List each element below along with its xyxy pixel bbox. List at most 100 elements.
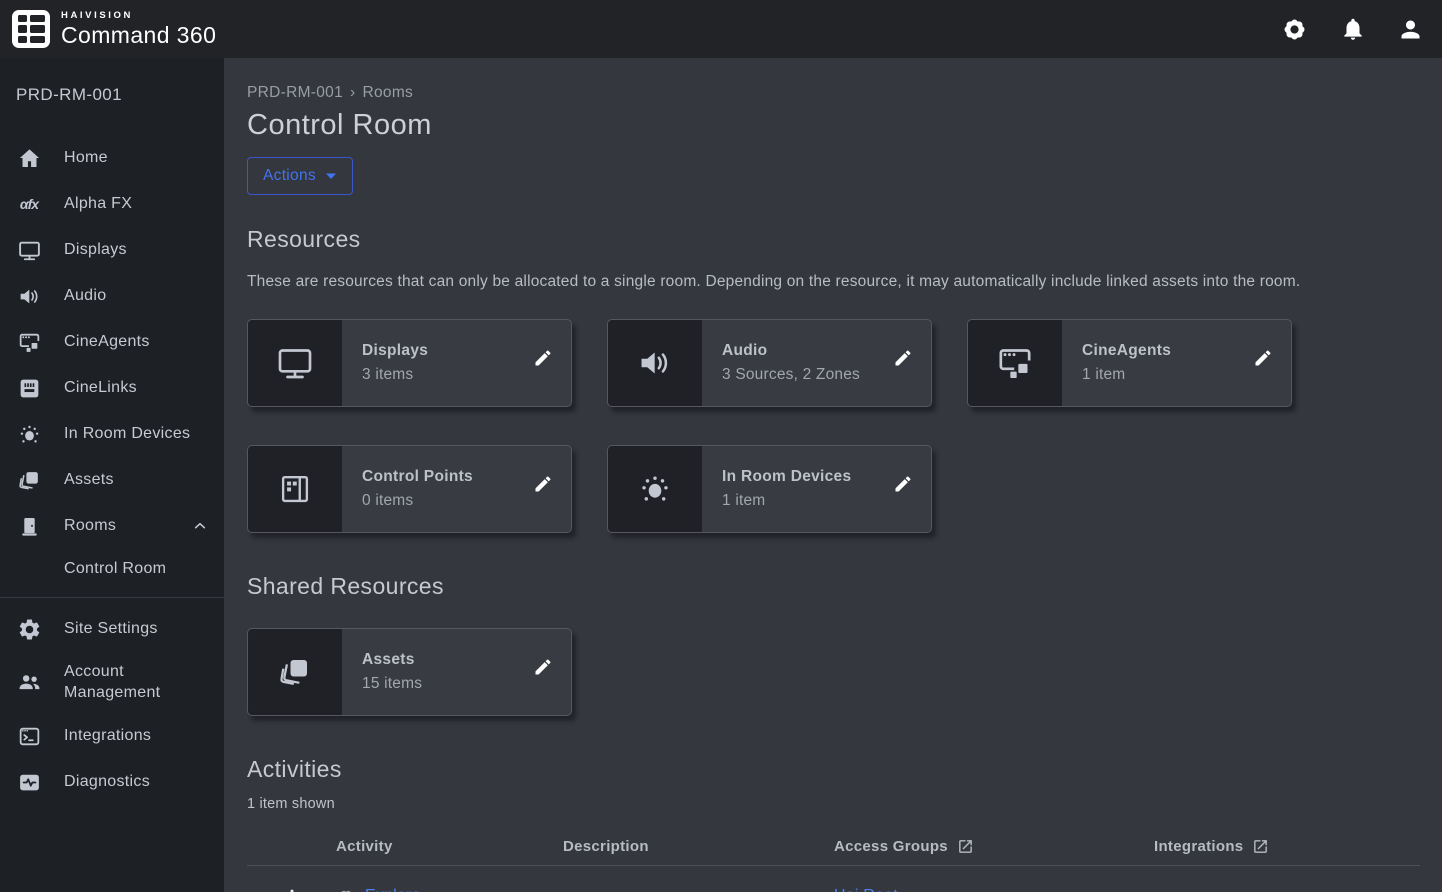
display-icon (248, 320, 342, 406)
kebab-menu-icon[interactable] (279, 881, 305, 892)
sidebar-site-name: PRD-RM-001 (0, 58, 224, 121)
settings-gear-icon[interactable] (1280, 15, 1309, 44)
cineagents-icon (16, 330, 42, 355)
card-subtitle: 3 Sources, 2 Zones (722, 366, 887, 384)
sidebar-item-cineagents[interactable]: CineAgents (0, 319, 224, 365)
sidebar-item-label: Audio (64, 286, 106, 307)
sidebar-item-audio[interactable]: Audio (0, 273, 224, 319)
account-person-icon[interactable] (1397, 16, 1424, 43)
display-icon (16, 238, 42, 263)
control-points-icon (248, 446, 342, 532)
external-link-icon[interactable] (957, 838, 974, 855)
resources-cards-grid: Displays 3 items Audio 3 Sources, 2 Zone… (247, 319, 1420, 533)
sidebar-item-integrations[interactable]: Integrations (0, 714, 224, 760)
pencil-icon (533, 657, 553, 677)
card-subtitle: 3 items (362, 366, 527, 384)
cineagents-icon (968, 320, 1062, 406)
topbar-actions (1280, 15, 1424, 44)
brand-name-small: HAIVISION (61, 11, 216, 21)
sidebar-item-diagnostics[interactable]: Diagnostics (0, 760, 224, 806)
shared-resources-heading: Shared Resources (247, 573, 1420, 600)
pulse-icon (16, 770, 42, 795)
edit-cineagents-button[interactable] (1249, 344, 1277, 372)
sidebar-item-displays[interactable]: Displays (0, 227, 224, 273)
row-integrations-cell: - (1154, 887, 1420, 892)
assets-icon (16, 468, 42, 493)
breadcrumb-parent[interactable]: PRD-RM-001 (247, 84, 343, 102)
app-root: HAIVISION Command 360 PRD-RM-001 (0, 0, 1442, 892)
sidebar-item-label: CineAgents (64, 332, 150, 353)
notifications-bell-icon[interactable] (1340, 16, 1366, 42)
sidebar-item-label: In Room Devices (64, 424, 190, 445)
sidebar-item-alpha-fx[interactable]: αfx Alpha FX (0, 181, 224, 227)
activity-explore-link[interactable]: Explore (365, 887, 421, 892)
sidebar-item-control-room[interactable]: Control Room (0, 549, 224, 589)
actions-button[interactable]: Actions (247, 157, 353, 195)
card-subtitle: 0 items (362, 492, 527, 510)
brand-name-large: Command 360 (61, 24, 216, 47)
sidebar-item-rooms[interactable]: Rooms (0, 503, 224, 549)
pencil-icon (893, 348, 913, 368)
resources-heading: Resources (247, 226, 1420, 253)
sidebar-item-cinelinks[interactable]: CineLinks (0, 365, 224, 411)
assets-icon (248, 629, 342, 715)
card-title: Control Points (362, 468, 527, 486)
sidebar-item-label: Alpha FX (64, 194, 132, 215)
sidebar-item-site-settings[interactable]: Site Settings (0, 606, 224, 652)
resource-card-audio[interactable]: Audio 3 Sources, 2 Zones (607, 319, 932, 407)
alpha-fx-icon: αfx (16, 196, 42, 212)
card-title: Assets (362, 651, 527, 669)
resource-card-cineagents[interactable]: CineAgents 1 item (967, 319, 1292, 407)
terminal-window-icon (16, 724, 42, 749)
sidebar-item-in-room-devices[interactable]: In Room Devices (0, 411, 224, 457)
audio-icon (608, 320, 702, 406)
resource-card-in-room-devices[interactable]: In Room Devices 1 item (607, 445, 932, 533)
edit-assets-button[interactable] (529, 653, 557, 681)
sidebar-item-label: Home (64, 148, 108, 169)
header-access-groups-label: Access Groups (834, 838, 948, 855)
header-integrations: Integrations (1154, 838, 1420, 855)
app-shell: PRD-RM-001 Home αfx Alpha FX Displa (0, 58, 1442, 892)
sidebar-divider (0, 597, 224, 598)
access-group-link[interactable]: Hai Root (834, 887, 898, 892)
card-subtitle: 1 item (1082, 366, 1247, 384)
card-subtitle: 1 item (722, 492, 887, 510)
brand-logo[interactable]: HAIVISION Command 360 (12, 10, 216, 48)
sidebar-item-home[interactable]: Home (0, 135, 224, 181)
actions-button-label: Actions (263, 167, 316, 185)
people-icon (16, 670, 42, 695)
row-menu-cell (247, 881, 336, 892)
external-link-icon[interactable] (1252, 838, 1269, 855)
row-description-cell: - (563, 887, 834, 892)
breadcrumb-current[interactable]: Rooms (362, 84, 413, 102)
sidebar-item-account-management[interactable]: Account Management (0, 652, 224, 714)
edit-in-room-devices-button[interactable] (889, 470, 917, 498)
row-activity-cell: Explore (336, 885, 563, 892)
header-activity: Activity (336, 838, 563, 855)
main-content: PRD-RM-001 › Rooms Control Room Actions … (224, 58, 1442, 892)
in-room-devices-icon (16, 422, 42, 447)
header-access-groups: Access Groups (834, 838, 1154, 855)
sidebar-nav-list: Home αfx Alpha FX Displays Audio (0, 121, 224, 806)
pencil-icon (533, 474, 553, 494)
audio-icon (16, 284, 42, 309)
rooms-door-icon (16, 514, 42, 539)
page-title: Control Room (247, 109, 1420, 142)
sidebar-item-label: Displays (64, 240, 127, 261)
home-icon (16, 146, 42, 171)
card-title: In Room Devices (722, 468, 887, 486)
sidebar-item-label: Diagnostics (64, 772, 150, 793)
sidebar-item-label: Account Management (64, 662, 208, 704)
activities-table: Activity Description Access Groups Integ… (247, 827, 1420, 892)
resource-card-displays[interactable]: Displays 3 items (247, 319, 572, 407)
activities-count: 1 item shown (247, 796, 1420, 812)
shared-card-assets[interactable]: Assets 15 items (247, 628, 572, 716)
edit-displays-button[interactable] (529, 344, 557, 372)
chevron-up-icon (192, 518, 208, 534)
resource-card-control-points[interactable]: Control Points 0 items (247, 445, 572, 533)
edit-control-points-button[interactable] (529, 470, 557, 498)
activities-heading: Activities (247, 756, 1420, 783)
edit-audio-button[interactable] (889, 344, 917, 372)
handshake-icon (336, 885, 357, 892)
sidebar-item-assets[interactable]: Assets (0, 457, 224, 503)
